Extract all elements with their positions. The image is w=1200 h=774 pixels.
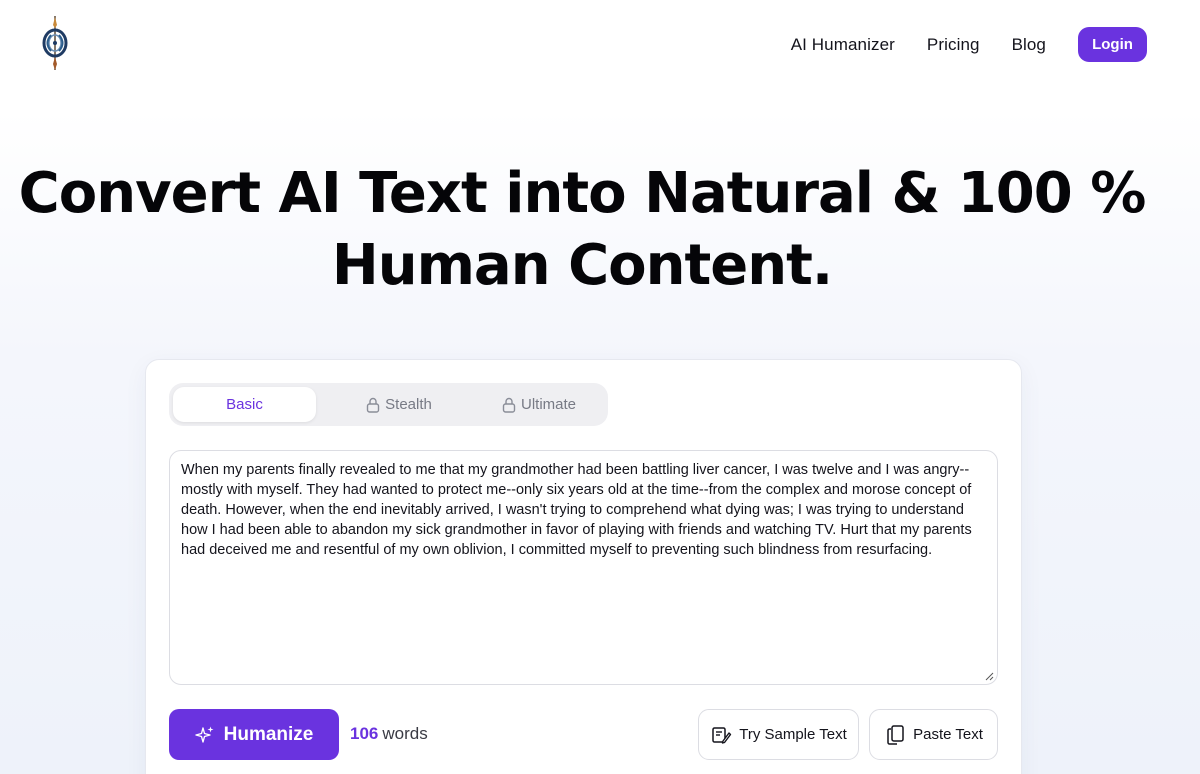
mode-tabs: Basic Stealth Ultimate <box>169 383 608 426</box>
nav-pricing[interactable]: Pricing <box>927 35 980 55</box>
lock-icon <box>366 397 380 413</box>
hero-title: Convert AI Text into Natural & 100 % Hum… <box>0 158 1164 302</box>
tab-basic-label: Basic <box>226 396 263 413</box>
word-count: 106 words <box>350 724 428 744</box>
site-logo[interactable] <box>36 14 76 72</box>
input-textarea[interactable]: When my parents finally revealed to me t… <box>170 451 997 684</box>
word-count-number: 106 <box>350 724 379 743</box>
login-button[interactable]: Login <box>1078 27 1147 62</box>
sparkle-icon <box>194 726 214 743</box>
pen-nib-logo-icon <box>42 16 68 70</box>
paste-text-button[interactable]: Paste Text <box>869 709 998 760</box>
site-header: AI Humanizer Pricing Blog Login <box>0 0 1200 90</box>
tab-basic[interactable]: Basic <box>173 387 316 422</box>
try-sample-text-label: Try Sample Text <box>739 726 847 743</box>
main-nav: AI Humanizer Pricing Blog Login <box>791 27 1147 62</box>
paste-text-label: Paste Text <box>913 726 983 743</box>
tab-ultimate[interactable]: Ultimate <box>469 387 609 422</box>
try-sample-text-button[interactable]: Try Sample Text <box>698 709 859 760</box>
tab-stealth[interactable]: Stealth <box>329 387 469 422</box>
lock-icon <box>502 397 516 413</box>
sample-text-icon <box>712 726 732 744</box>
tab-stealth-label: Stealth <box>385 396 432 413</box>
humanize-label: Humanize <box>223 723 314 745</box>
humanize-button[interactable]: Humanize <box>169 709 339 760</box>
hero-title-line-2: Human Content. <box>331 233 833 298</box>
word-count-suffix: words <box>382 724 428 743</box>
hero-title-line-1: Convert AI Text into Natural & 100 % <box>18 161 1147 226</box>
nav-blog[interactable]: Blog <box>1012 35 1046 55</box>
tab-ultimate-label: Ultimate <box>520 396 576 413</box>
resize-handle-icon[interactable] <box>984 671 994 681</box>
input-text-container: When my parents finally revealed to me t… <box>169 450 998 685</box>
nav-ai-humanizer[interactable]: AI Humanizer <box>791 35 895 55</box>
paste-icon <box>887 724 904 745</box>
humanizer-card: Basic Stealth Ultimate When my parents f… <box>145 359 1022 774</box>
